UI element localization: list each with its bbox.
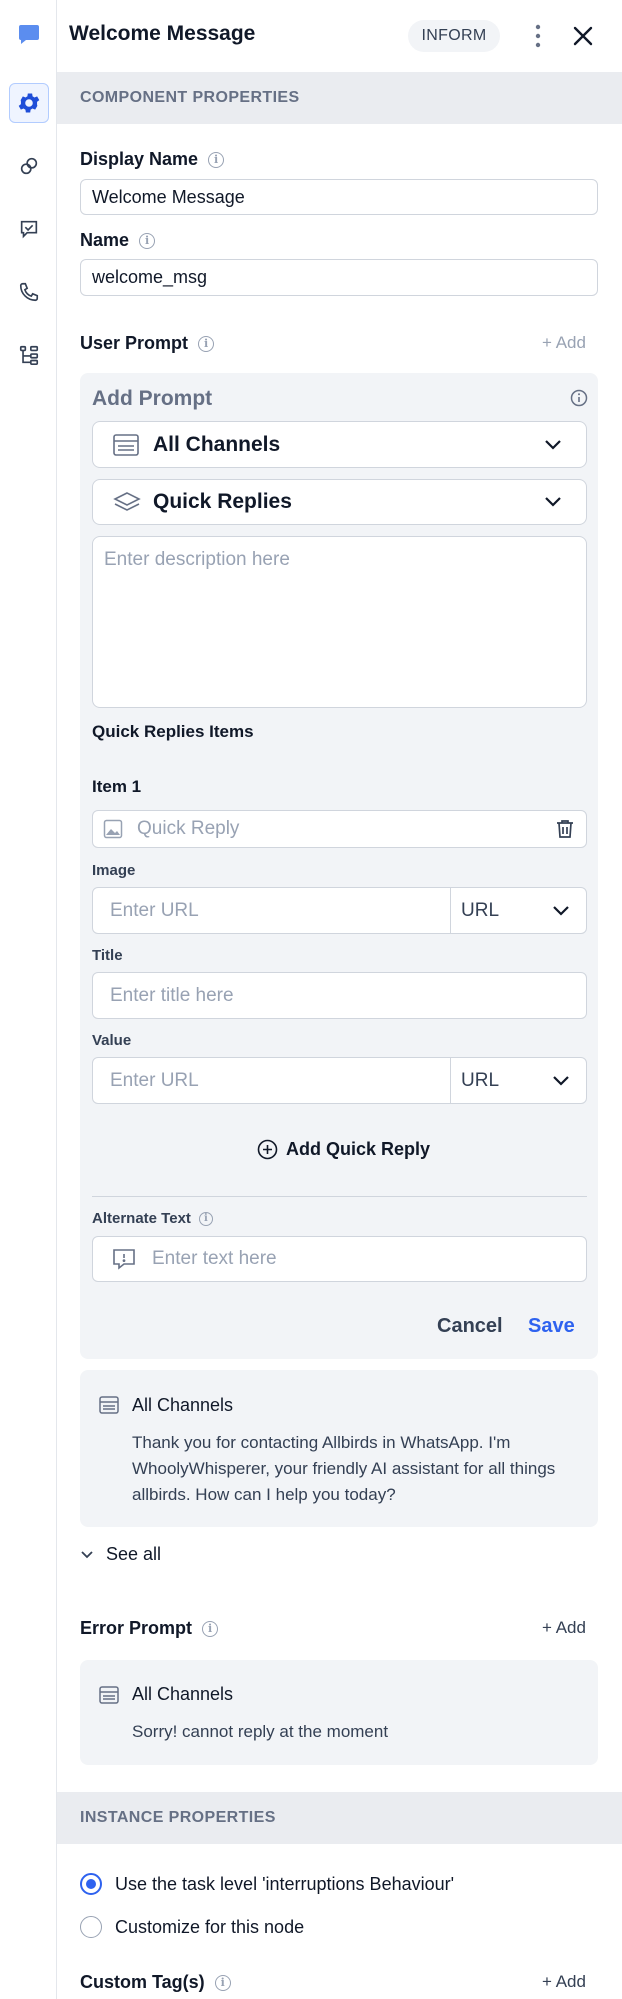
- description-placeholder: Enter description here: [104, 549, 290, 570]
- user-prompt-label: User Prompt i: [80, 333, 215, 354]
- alternate-text-label: Alternate Text i: [92, 1210, 213, 1227]
- channel-icon: [113, 433, 139, 456]
- channel-select[interactable]: All Channels: [92, 421, 587, 468]
- info-icon[interactable]: i: [214, 1974, 231, 1991]
- option-1-label: Use the task level 'interruptions Behavi…: [115, 1873, 455, 1894]
- existing-prompt-channel: All Channels: [132, 1395, 234, 1415]
- chat-icon[interactable]: [9, 14, 49, 54]
- save-button[interactable]: Save: [528, 1315, 575, 1338]
- link-icon[interactable]: [9, 146, 49, 186]
- radio-unselected[interactable]: [80, 1916, 102, 1938]
- display-name-label-text: Display Name: [80, 149, 199, 169]
- title-placeholder: Enter title here: [110, 984, 234, 1006]
- chevron-down-icon: [552, 1075, 570, 1087]
- radio-selected[interactable]: [80, 1873, 102, 1895]
- instance-properties-heading: INSTANCE PROPERTIES: [57, 1792, 622, 1844]
- custom-tags-label: Custom Tag(s) i: [80, 1972, 231, 1993]
- image-url-type-value: URL: [461, 899, 500, 921]
- name-value: welcome_msg: [92, 267, 208, 287]
- info-icon[interactable]: [570, 389, 588, 407]
- plus-circle-icon: [257, 1139, 278, 1160]
- value-label: Value: [92, 1032, 132, 1049]
- quick-reply-input[interactable]: Quick Reply: [92, 810, 587, 848]
- info-icon[interactable]: i: [198, 335, 215, 352]
- add-prompt-title: Add Prompt: [92, 387, 213, 410]
- image-icon: [103, 819, 123, 839]
- type-select[interactable]: Quick Replies: [92, 479, 587, 525]
- component-properties-heading: COMPONENT PROPERTIES: [57, 72, 622, 124]
- title-label: Title: [92, 947, 123, 964]
- phone-icon[interactable]: [9, 272, 49, 312]
- chevron-down-icon: [80, 1550, 94, 1560]
- display-name-input[interactable]: Welcome Message: [80, 179, 598, 215]
- error-prompt-add-button[interactable]: + Add: [542, 1618, 586, 1638]
- error-prompt-card[interactable]: [80, 1660, 598, 1765]
- message-icon: [112, 1248, 136, 1270]
- error-prompt-label: Error Prompt i: [80, 1618, 219, 1639]
- value-url-placeholder: Enter URL: [110, 1069, 199, 1091]
- value-url-type-select[interactable]: URL: [450, 1058, 586, 1103]
- image-label: Image: [92, 862, 136, 879]
- alternate-text-placeholder: Enter text here: [152, 1248, 277, 1269]
- channel-icon: [99, 1396, 119, 1414]
- error-prompt-channel: All Channels: [132, 1684, 234, 1704]
- value-url-input[interactable]: Enter URL URL: [92, 1057, 587, 1104]
- chevron-down-icon: [552, 905, 570, 917]
- name-label: Name i: [80, 230, 156, 251]
- more-options-icon[interactable]: [528, 23, 548, 49]
- custom-tags-label-text: Custom Tag(s): [80, 1972, 205, 1992]
- image-url-type-select[interactable]: URL: [450, 888, 586, 933]
- add-quick-reply-button[interactable]: Add Quick Reply: [257, 1139, 430, 1160]
- quick-replies-items-heading: Quick Replies Items: [92, 722, 254, 741]
- close-icon[interactable]: [572, 25, 594, 47]
- interruptions-option-customize[interactable]: Customize for this node: [80, 1916, 304, 1938]
- trash-icon[interactable]: [556, 819, 574, 839]
- interruptions-option-task-level[interactable]: Use the task level 'interruptions Behavi…: [80, 1873, 454, 1895]
- quick-reply-placeholder: Quick Reply: [137, 818, 240, 839]
- name-label-text: Name: [80, 230, 130, 250]
- type-select-value: Quick Replies: [153, 490, 292, 513]
- display-name-label: Display Name i: [80, 149, 225, 170]
- info-icon[interactable]: i: [208, 151, 225, 168]
- user-prompt-add-button[interactable]: + Add: [542, 333, 586, 353]
- description-textarea[interactable]: Enter description here: [92, 536, 587, 708]
- cancel-button[interactable]: Cancel: [437, 1315, 503, 1338]
- alternate-text-input[interactable]: Enter text here: [92, 1236, 587, 1282]
- image-url-placeholder: Enter URL: [110, 899, 199, 921]
- option-2-label: Customize for this node: [115, 1916, 305, 1937]
- channel-icon: [99, 1686, 119, 1704]
- gear-icon[interactable]: [9, 83, 49, 123]
- image-url-input[interactable]: Enter URL URL: [92, 887, 587, 934]
- display-name-value: Welcome Message: [92, 186, 245, 207]
- layers-icon: [113, 491, 141, 513]
- custom-tags-add-button[interactable]: + Add: [542, 1972, 586, 1992]
- existing-prompt-text: Thank you for contacting Allbirds in Wha…: [132, 1433, 556, 1504]
- info-icon[interactable]: i: [198, 1211, 213, 1226]
- value-url-type-value: URL: [461, 1069, 500, 1091]
- chevron-down-icon: [544, 496, 562, 508]
- error-prompt-label-text: Error Prompt: [80, 1618, 193, 1638]
- checkbox-message-icon[interactable]: [9, 209, 49, 249]
- see-all-toggle[interactable]: See all: [80, 1544, 161, 1565]
- left-rail: [0, 0, 57, 1999]
- channel-select-value: All Channels: [153, 432, 281, 456]
- node-type-badge: INFORM: [408, 20, 500, 52]
- info-icon[interactable]: i: [139, 232, 156, 249]
- alternate-text-label-text: Alternate Text: [92, 1210, 191, 1227]
- error-prompt-text: Sorry! cannot reply at the moment: [132, 1722, 389, 1741]
- title-input[interactable]: Enter title here: [92, 972, 587, 1019]
- name-input[interactable]: welcome_msg: [80, 259, 598, 296]
- chevron-down-icon: [544, 439, 562, 451]
- add-quick-reply-label: Add Quick Reply: [286, 1139, 431, 1159]
- item-1-title: Item 1: [92, 777, 142, 796]
- page-title: Welcome Message: [69, 22, 256, 45]
- see-all-label: See all: [106, 1544, 162, 1564]
- divider: [92, 1196, 587, 1197]
- flow-tree-icon[interactable]: [9, 335, 49, 375]
- user-prompt-label-text: User Prompt: [80, 333, 189, 353]
- info-icon[interactable]: i: [202, 1620, 219, 1637]
